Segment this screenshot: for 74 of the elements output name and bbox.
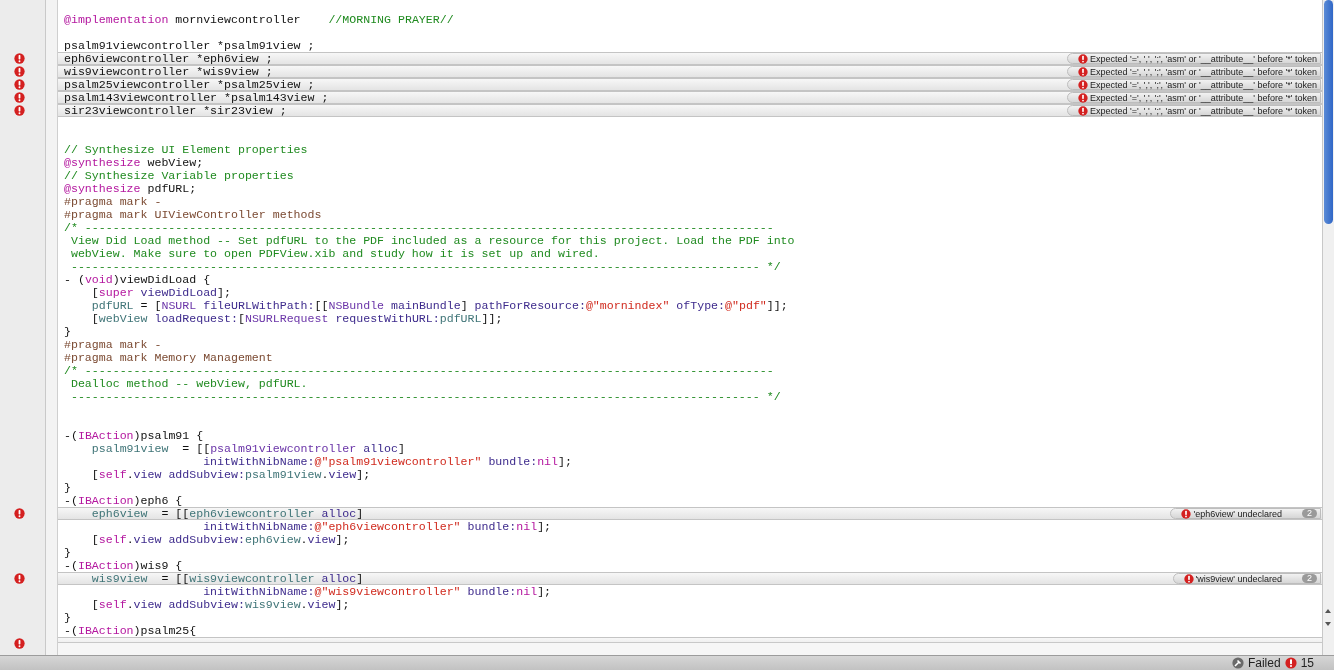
hammer-icon: [1231, 657, 1244, 669]
code-line: -(IBAction)psalm25{: [64, 624, 197, 637]
error-icon: [1181, 508, 1192, 519]
scrollbar-thumb[interactable]: [1324, 0, 1333, 224]
code-line: psalm25viewcontroller *psalm25view ;: [64, 78, 315, 91]
code-line: #pragma mark -: [64, 195, 162, 208]
code-line: View Did Load method -- Set pdfURL to the PDF included as a resource for this project. Load the PDF into: [69, 234, 795, 247]
error-count: 15: [1300, 656, 1314, 670]
error-count-badge: 2: [1302, 509, 1317, 518]
code-line: }: [64, 481, 71, 494]
code-line: initWithNibName:@"psalm91viewcontroller" bundle:nil];: [202, 455, 572, 468]
code-line: - (void)viewDidLoad {: [64, 273, 211, 286]
code-line: // Synthesize UI Element properties: [64, 143, 308, 156]
code-line: initWithNibName:@"wis9viewcontroller" bundle:nil];: [202, 585, 552, 598]
code-line: wis9viewcontroller *wis9view ;: [64, 65, 273, 78]
error-icon: [14, 66, 25, 77]
code-line: -(IBAction)wis9 {: [64, 559, 183, 572]
code-line: --------------------------------------------------------------------------------------------------- */: [69, 390, 781, 403]
error-icon: [14, 508, 25, 519]
code-line: [self.view addSubview:wis9view.view];: [90, 598, 350, 611]
code-line: --------------------------------------------------------------------------------------------------- */: [69, 260, 781, 273]
build-status: Failed: [1247, 656, 1281, 670]
code-line: @synthesize pdfURL;: [64, 182, 197, 195]
error-icon: [1078, 66, 1088, 77]
error-icon: [1078, 105, 1088, 116]
code-line: [webView loadRequest:[NSURLRequest requestWithURL:pdfURL]];: [90, 312, 503, 325]
error-message: 'wis9view' undeclared: [1195, 573, 1282, 584]
error-message: Expected '=', ',', ';', 'asm' or '__attribute__' before '*' token: [1090, 92, 1317, 103]
error-message: Expected '=', ',', ';', 'asm' or '__attribute__' before '*' token: [1090, 105, 1317, 116]
code-line: [self.view addSubview:psalm91view.view];: [90, 468, 371, 481]
code-line: psalm143viewcontroller *psalm143view ;: [64, 91, 329, 104]
error-icon: [1078, 53, 1088, 64]
error-icon: [14, 79, 25, 90]
error-message: 'eph6view' undeclared: [1193, 508, 1282, 519]
code-line: Dealloc method -- webView, pdfURL.: [69, 377, 308, 390]
error-icon: [14, 638, 25, 649]
code-line: -(IBAction)eph6 {: [64, 494, 183, 507]
code-line: /* ---------------------------------------------------------------------------------------------------: [64, 221, 774, 234]
code-line: @synthesize webView;: [64, 156, 204, 169]
code-line: // Synthesize Variable properties: [64, 169, 294, 182]
code-line: psalm91view = [[psalm91viewcontroller alloc]: [90, 442, 405, 455]
code-line: pdfURL = [NSURL fileURLWithPath:[[NSBundle mainBundle] pathForResource:@"mornindex" ofType:@"pdf"]];: [90, 299, 788, 312]
error-icon: [14, 573, 25, 584]
code-line: [self.view addSubview:eph6view.view];: [90, 533, 350, 546]
error-icon: [14, 92, 25, 103]
code-line: eph6viewcontroller *eph6view ;: [64, 52, 273, 65]
code-line: -(IBAction)psalm91 {: [64, 429, 204, 442]
code-line: @implementation mornviewcontroller //MORNING PRAYER//: [64, 13, 454, 26]
code-line: sir23viewcontroller *sir23view ;: [64, 104, 287, 117]
error-icon: [14, 105, 25, 116]
error-message: Expected '=', ',', ';', 'asm' or '__attribute__' before '*' token: [1090, 79, 1317, 90]
code-line: webView. Make sure to open PDFView.xib and study how it is set up and wired.: [69, 247, 600, 260]
code-line: #pragma mark Memory Management: [64, 351, 273, 364]
code-line: psalm91viewcontroller *psalm91view ;: [64, 39, 315, 52]
code-line: }: [64, 611, 71, 624]
error-icon: [1284, 657, 1297, 669]
error-icon: [1183, 573, 1194, 584]
code-line: }: [64, 325, 71, 338]
horizontal-scrollbar[interactable]: [58, 642, 1322, 655]
error-icon: [1078, 79, 1088, 90]
code-line: [super viewDidLoad];: [90, 286, 231, 299]
error-icon: [1078, 92, 1088, 103]
code-line: wis9view = [[wis9viewcontroller alloc]: [90, 572, 364, 585]
vertical-scrollbar[interactable]: [1322, 0, 1334, 655]
code-line: #pragma mark UIViewController methods: [64, 208, 322, 221]
error-message: Expected '=', ',', ';', 'asm' or '__attribute__' before '*' token: [1090, 53, 1317, 64]
code-line: initWithNibName:@"eph6viewcontroller" bundle:nil];: [202, 520, 552, 533]
code-line: }: [64, 546, 71, 559]
code-line: eph6view = [[eph6viewcontroller alloc]: [90, 507, 364, 520]
code-line: /* ---------------------------------------------------------------------------------------------------: [64, 364, 774, 377]
error-count-badge: 2: [1302, 574, 1317, 583]
error-icon: [14, 53, 25, 64]
error-message: Expected '=', ',', ';', 'asm' or '__attribute__' before '*' token: [1090, 66, 1317, 77]
code-line: #pragma mark -: [64, 338, 162, 351]
